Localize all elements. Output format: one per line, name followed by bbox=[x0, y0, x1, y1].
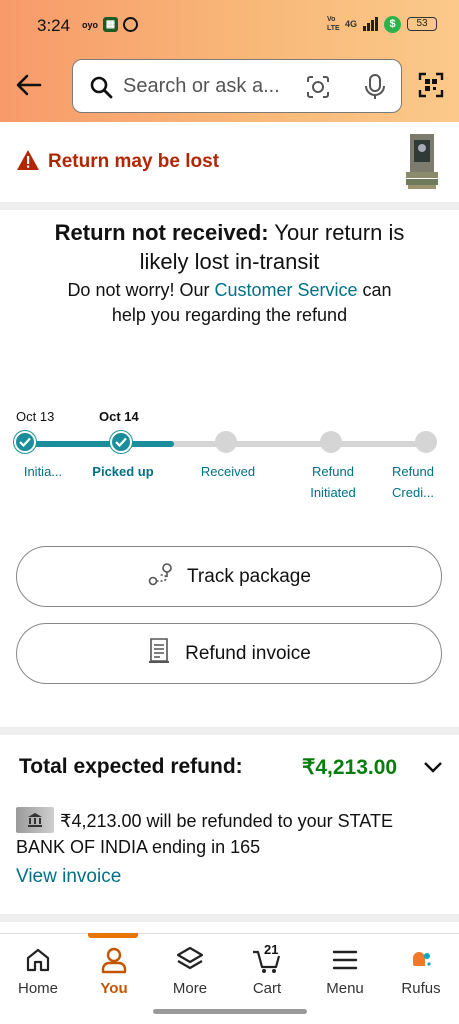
status-right: Vo LTE 4G $ 53 bbox=[327, 15, 437, 33]
subtext-prefix: Do not worry! Our bbox=[67, 280, 215, 300]
timeline-label-refund-credited: Refund Credi... bbox=[392, 464, 434, 500]
nav-rufus[interactable]: Rufus bbox=[383, 934, 459, 1004]
warning-icon bbox=[16, 149, 40, 176]
rufus-icon bbox=[405, 944, 437, 976]
timeline-step-initiated bbox=[14, 431, 36, 453]
chevron-down-icon[interactable] bbox=[423, 760, 443, 779]
back-arrow-icon[interactable] bbox=[14, 70, 44, 100]
status-time: 3:24 bbox=[37, 16, 71, 35]
section-divider bbox=[0, 202, 459, 210]
camera-search-icon[interactable] bbox=[305, 74, 331, 105]
money-app-icon: $ bbox=[384, 15, 401, 33]
track-package-label: Track package bbox=[187, 565, 311, 587]
customer-service-link[interactable]: Customer Service bbox=[214, 280, 357, 300]
search-bar[interactable] bbox=[72, 59, 402, 113]
timeline-step-picked-up bbox=[110, 431, 132, 453]
timeline-step-refund-credited bbox=[415, 431, 437, 453]
home-indicator bbox=[153, 1009, 307, 1014]
timeline-progress bbox=[24, 441, 174, 447]
return-status-message: Return not received: Your return is like… bbox=[0, 218, 459, 328]
app-notification-icon: ▦ bbox=[103, 17, 119, 32]
user-icon bbox=[98, 944, 130, 976]
search-icon[interactable] bbox=[89, 75, 113, 104]
nav-menu[interactable]: Menu bbox=[307, 934, 383, 1004]
section-divider bbox=[0, 727, 459, 735]
layers-icon bbox=[174, 944, 206, 976]
timeline-label-picked-up: Picked up bbox=[92, 464, 154, 479]
alert-message: Return may be lost bbox=[48, 151, 220, 172]
tracking-timeline: Oct 13 Oct 14 Initia... Picked up Receiv… bbox=[0, 405, 459, 505]
home-icon bbox=[22, 944, 54, 976]
microphone-icon[interactable] bbox=[363, 73, 387, 106]
refund-invoice-label: Refund invoice bbox=[185, 642, 311, 664]
nav-home[interactable]: Home bbox=[0, 934, 76, 1004]
nav-you[interactable]: You bbox=[76, 934, 152, 1004]
oyo-icon: oyo bbox=[82, 19, 99, 30]
qr-scan-icon[interactable] bbox=[418, 72, 444, 103]
timeline-date-2: Oct 14 bbox=[99, 409, 139, 424]
refund-amount: ₹4,213.00 bbox=[302, 756, 398, 779]
nav-menu-label: Menu bbox=[326, 980, 364, 997]
nav-rufus-label: Rufus bbox=[401, 980, 441, 997]
volte-indicator: Vo LTE bbox=[326, 16, 340, 32]
signal-icon bbox=[363, 17, 378, 31]
nav-cart-label: Cart bbox=[252, 980, 282, 997]
document-icon bbox=[147, 637, 173, 671]
nav-you-label: You bbox=[100, 980, 128, 997]
cart-count-badge: 21 bbox=[264, 942, 279, 957]
nav-more-label: More bbox=[172, 980, 208, 997]
notification-icons: oyo ▦ bbox=[82, 17, 139, 32]
track-package-button[interactable]: Track package bbox=[16, 546, 442, 607]
refund-invoice-button[interactable]: Refund invoice bbox=[16, 623, 442, 684]
timeline-step-refund-initiated bbox=[320, 431, 342, 453]
nav-more[interactable]: More bbox=[152, 934, 228, 1004]
battery-icon: 53 bbox=[407, 17, 437, 31]
search-input[interactable] bbox=[123, 75, 303, 98]
status-headline-bold: Return not received: bbox=[54, 220, 269, 245]
nav-home-label: Home bbox=[17, 980, 58, 997]
network-type: 4G bbox=[344, 18, 357, 29]
refund-description: ₹4,213.00 will be refunded to your STATE… bbox=[16, 811, 393, 857]
status-subtext: Do not worry! Our Customer Service can h… bbox=[0, 278, 459, 328]
bottom-navigation: Home You More 21 Cart Menu Rufus bbox=[0, 933, 459, 1003]
timeline-step-received bbox=[215, 431, 237, 453]
product-thumbnail[interactable] bbox=[404, 132, 440, 190]
whatsapp-icon bbox=[123, 17, 139, 32]
section-divider bbox=[0, 914, 459, 922]
status-headline: Return not received: Your return is like… bbox=[0, 218, 459, 276]
menu-icon bbox=[329, 944, 361, 976]
timeline-date-1: Oct 13 bbox=[16, 409, 55, 424]
alert-banner: Return may be lost bbox=[0, 122, 459, 202]
timeline-label-initiated: Initia... bbox=[23, 464, 63, 479]
route-pin-icon bbox=[147, 560, 175, 594]
nav-cart[interactable]: 21 Cart bbox=[229, 934, 305, 1004]
refund-title: Total expected refund: bbox=[19, 755, 243, 778]
header: 3:24 oyo ▦ Vo LTE 4G $ 53 bbox=[0, 0, 459, 122]
timeline-label-refund-initiated: Refund Initiated bbox=[310, 464, 356, 500]
view-invoice-link[interactable]: View invoice bbox=[16, 866, 121, 888]
status-bar: 3:24 oyo ▦ Vo LTE 4G $ 53 bbox=[0, 0, 459, 50]
timeline-label-received: Received bbox=[200, 464, 256, 479]
